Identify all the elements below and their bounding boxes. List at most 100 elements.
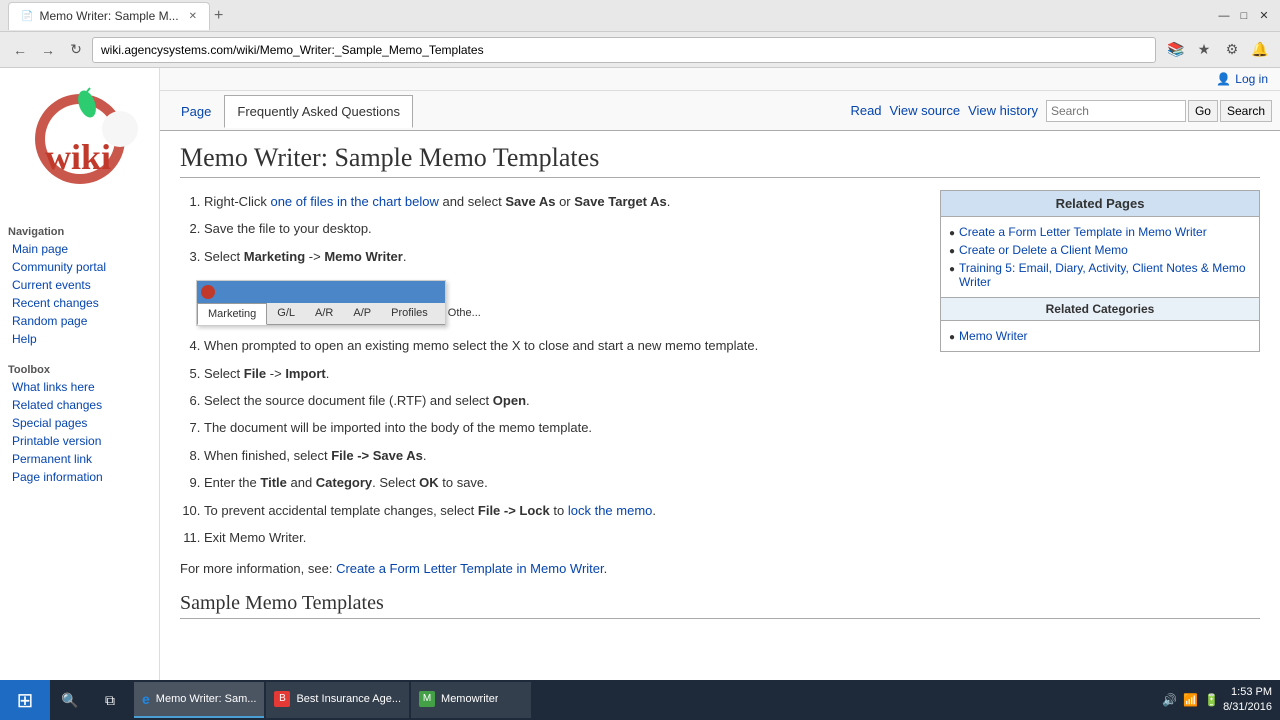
ap-menu-item[interactable]: A/P — [343, 303, 381, 324]
view-history-link[interactable]: View history — [968, 103, 1038, 118]
gl-menu-item[interactable]: G/L — [267, 303, 305, 324]
best-insurance-icon: B — [274, 691, 290, 707]
category-memo-writer[interactable]: Memo Writer — [959, 329, 1027, 343]
tab-close-button[interactable]: ✕ — [189, 11, 197, 22]
favorites-icon[interactable]: ★ — [1192, 38, 1216, 62]
volume-icon: 📶 — [1183, 693, 1198, 707]
close-button[interactable]: ✕ — [1256, 8, 1272, 24]
battery-icon: 🔋 — [1204, 693, 1219, 707]
sidebar-item-main-page[interactable]: Main page — [0, 240, 159, 258]
sidebar-item-random-page[interactable]: Random page — [0, 312, 159, 330]
title-bold: Title — [260, 475, 287, 490]
forward-button[interactable]: → — [36, 38, 60, 62]
main-layout: wiki Navigation Main page Community port… — [0, 68, 1280, 680]
category-link-item: ● Memo Writer — [949, 327, 1251, 345]
sidebar-item-page-information[interactable]: Page information — [0, 468, 159, 486]
step-9: Enter the Title and Category. Select OK … — [204, 471, 1260, 494]
tabs-bar: Page Frequently Asked Questions Read Vie… — [160, 91, 1280, 131]
other-menu-item[interactable]: Othe... — [438, 303, 491, 324]
back-button[interactable]: ← — [8, 38, 32, 62]
file-save-as-bold: File -> Save As — [331, 448, 423, 463]
profiles-menu-item[interactable]: Profiles — [381, 303, 438, 324]
step-6: Select the source document file (.RTF) a… — [204, 389, 1260, 412]
related-link-create-form-letter[interactable]: Create a Form Letter Template in Memo Wr… — [959, 225, 1207, 239]
related-link-item: ● Create or Delete a Client Memo — [949, 241, 1251, 259]
related-pages-header: Related Pages — [941, 191, 1259, 217]
taskbar-app-browser[interactable]: e Memo Writer: Sam... — [134, 682, 264, 718]
import-bold: Import — [285, 366, 325, 381]
instructions-list-continued: When prompted to open an existing memo s… — [180, 334, 1260, 549]
tab-title: Memo Writer: Sample M... — [39, 9, 178, 23]
sidebar: wiki Navigation Main page Community port… — [0, 68, 160, 680]
step-10: To prevent accidental template changes, … — [204, 499, 1260, 522]
start-button[interactable]: ⊞ — [0, 680, 50, 720]
browser-tab[interactable]: 📄 Memo Writer: Sample M... ✕ — [8, 2, 210, 30]
taskbar-apps: e Memo Writer: Sam... B Best Insurance A… — [134, 682, 531, 718]
menu-titlebar — [197, 281, 445, 303]
settings-icon[interactable]: ⚙ — [1220, 38, 1244, 62]
file-bold: File — [244, 366, 266, 381]
sidebar-item-what-links-here[interactable]: What links here — [0, 378, 159, 396]
notifications-icon[interactable]: 🔔 — [1248, 38, 1272, 62]
content-area: 👤 Log in Page Frequently Asked Questions… — [160, 68, 1280, 680]
sidebar-item-printable-version[interactable]: Printable version — [0, 432, 159, 450]
related-link-item: ● Create a Form Letter Template in Memo … — [949, 223, 1251, 241]
user-icon: 👤 — [1216, 72, 1231, 86]
sidebar-item-permanent-link[interactable]: Permanent link — [0, 450, 159, 468]
info-link[interactable]: Create a Form Letter Template in Memo Wr… — [336, 561, 604, 576]
svg-text:wiki: wiki — [45, 137, 111, 177]
browser-app-label: Memo Writer: Sam... — [156, 693, 257, 705]
related-categories-header: Related Categories — [941, 297, 1259, 321]
sidebar-item-community-portal[interactable]: Community portal — [0, 258, 159, 276]
task-view-icon: ⧉ — [105, 692, 115, 709]
info-suffix: . — [604, 561, 608, 576]
ar-menu-item[interactable]: A/R — [305, 303, 343, 324]
memo-writer-bold: Memo Writer — [324, 249, 403, 264]
search-box: Go Search — [1046, 100, 1272, 122]
task-view-button[interactable]: ⧉ — [90, 680, 130, 720]
marketing-menu-item[interactable]: Marketing — [197, 303, 267, 325]
info-paragraph: For more information, see: Create a Form… — [180, 561, 1260, 576]
taskbar: ⊞ 🔍 ⧉ e Memo Writer: Sam... B Best Insur… — [0, 680, 1280, 720]
taskbar-app-best-insurance[interactable]: B Best Insurance Age... — [266, 682, 409, 718]
related-link-training5[interactable]: Training 5: Email, Diary, Activity, Clie… — [959, 261, 1251, 289]
minimize-button[interactable]: — — [1216, 8, 1232, 24]
step-7: The document will be imported into the b… — [204, 416, 1260, 439]
bullet-icon: ● — [949, 246, 955, 257]
read-link[interactable]: Read — [850, 103, 881, 118]
bullet-icon: ● — [949, 228, 955, 239]
go-button[interactable]: Go — [1188, 100, 1218, 122]
search-button[interactable]: Search — [1220, 100, 1272, 122]
lock-memo-link[interactable]: lock the memo — [568, 503, 653, 518]
memowriter-icon: M — [419, 691, 435, 707]
new-tab-button[interactable]: + — [214, 7, 223, 25]
toolbar-icons: 📚 ★ ⚙ 🔔 — [1164, 38, 1272, 62]
sidebar-item-help[interactable]: Help — [0, 330, 159, 348]
related-link-create-delete-memo[interactable]: Create or Delete a Client Memo — [959, 243, 1128, 257]
sidebar-item-recent-changes[interactable]: Recent changes — [0, 294, 159, 312]
best-insurance-label: Best Insurance Age... — [296, 693, 401, 705]
tab-faq[interactable]: Frequently Asked Questions — [224, 95, 413, 128]
navigation-section-title: Navigation — [0, 220, 159, 240]
view-source-link[interactable]: View source — [890, 103, 961, 118]
taskbar-app-memowriter[interactable]: M Memowriter — [411, 682, 531, 718]
bookmarks-icon[interactable]: 📚 — [1164, 38, 1188, 62]
tab-page[interactable]: Page — [168, 95, 224, 128]
bullet-icon: ● — [949, 332, 955, 343]
sidebar-item-current-events[interactable]: Current events — [0, 276, 159, 294]
chart-link[interactable]: one of files in the chart below — [270, 194, 438, 209]
taskbar-search-button[interactable]: 🔍 — [50, 680, 90, 720]
systray-clock[interactable]: 1:53 PM 8/31/2016 — [1223, 685, 1272, 716]
login-link[interactable]: Log in — [1235, 72, 1268, 86]
sidebar-item-related-changes[interactable]: Related changes — [0, 396, 159, 414]
related-categories-content: ● Memo Writer — [941, 321, 1259, 351]
bullet-icon: ● — [949, 264, 955, 275]
search-input[interactable] — [1046, 100, 1186, 122]
clock-date: 8/31/2016 — [1223, 700, 1272, 715]
save-target-bold: Save Target As — [574, 194, 667, 209]
address-bar[interactable] — [92, 37, 1156, 63]
network-icon: 🔊 — [1162, 693, 1177, 707]
sidebar-item-special-pages[interactable]: Special pages — [0, 414, 159, 432]
maximize-button[interactable]: □ — [1236, 8, 1252, 24]
refresh-button[interactable]: ↻ — [64, 38, 88, 62]
